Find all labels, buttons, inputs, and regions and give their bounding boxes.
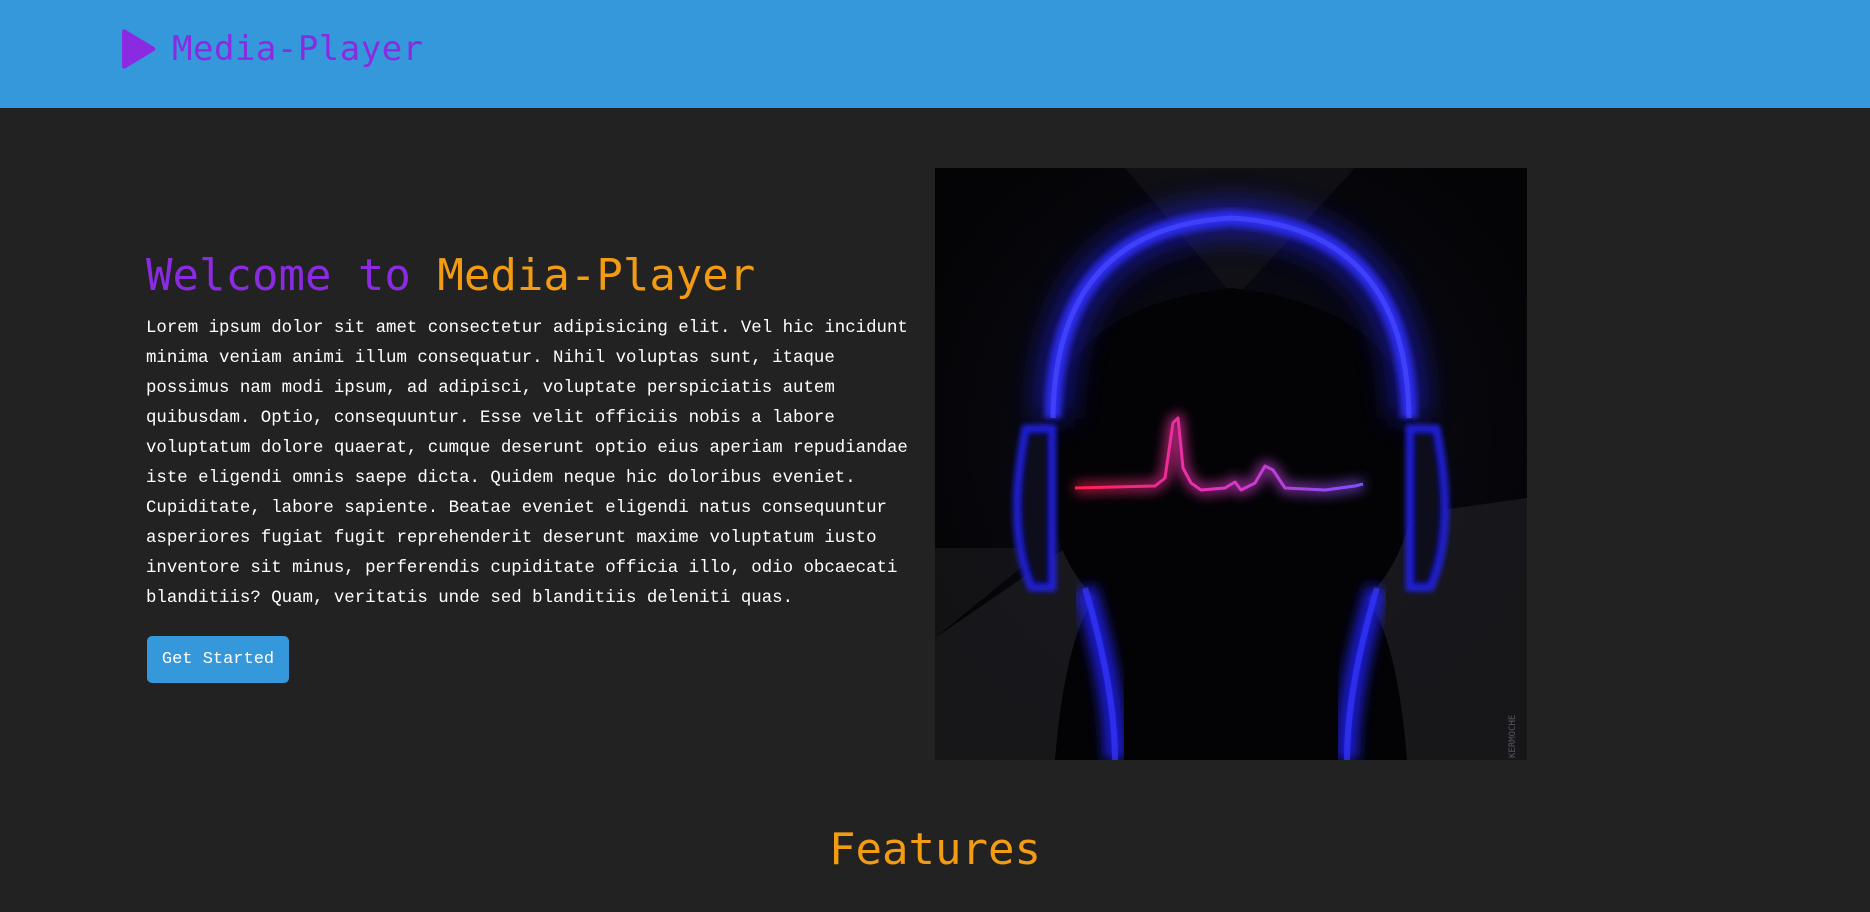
- play-icon: [122, 29, 156, 69]
- brand-link[interactable]: Media-Player: [120, 26, 424, 72]
- hero-title: Welcome to Media-Player: [146, 248, 916, 304]
- hero-title-brand: Media-Player: [437, 250, 756, 301]
- hero-title-welcome: Welcome to: [146, 250, 438, 301]
- image-signature: KERMOCHE: [1508, 715, 1518, 758]
- hero-section: Welcome to Media-Player Lorem ipsum dolo…: [146, 248, 916, 614]
- navbar: Media-Player: [0, 0, 1870, 108]
- headphones-illustration: KERMOCHE: [935, 168, 1527, 760]
- hero-image: KERMOCHE: [935, 168, 1527, 760]
- features-heading: Features: [829, 824, 1041, 875]
- hero-description: Lorem ipsum dolor sit amet consectetur a…: [146, 319, 908, 608]
- brand-name: Media-Player: [172, 29, 424, 69]
- get-started-button[interactable]: Get Started: [147, 636, 289, 683]
